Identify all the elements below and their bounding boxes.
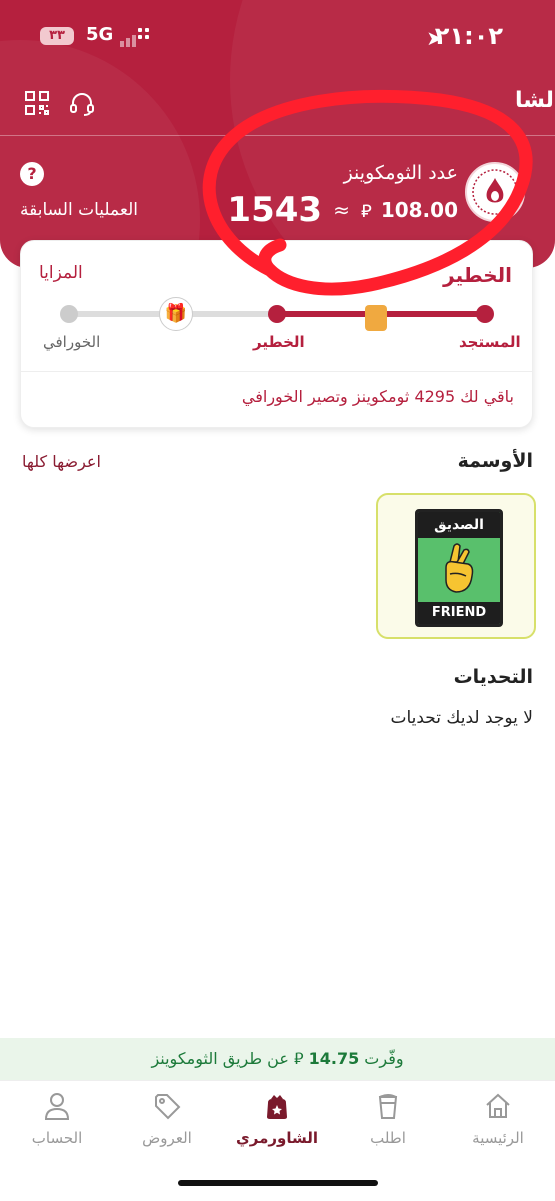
brand-logo [465,162,525,222]
battery-indicator: ٣٣ [40,27,74,45]
header-divider [0,135,555,136]
badge-card[interactable]: الصديق FRIEND [376,493,536,639]
header-decoration [0,40,200,268]
signal-icon [120,28,138,47]
level-label-2: الخطير [253,333,305,351]
level-node-start [476,305,494,323]
status-time: ٢١:٠٢ [434,22,503,50]
crossed-fingers-icon [445,543,474,593]
savings-banner: وفّرت 14.75 ⃁ عن طريق الثومكوينز [0,1038,555,1080]
friend-badge: الصديق FRIEND [415,509,503,627]
tab-order-label: اطلب [370,1129,406,1147]
riyal-icon: ⃁ [361,200,372,222]
tab-home[interactable]: الرئيسية [443,1091,553,1147]
tab-account-label: الحساب [31,1129,83,1147]
level-label-3: الخورافي [43,333,101,351]
tab-order[interactable]: اطلب [333,1091,443,1147]
approx-sign: ≈ [333,198,350,222]
tag-icon [155,1094,181,1120]
coins-label: عدد الثومكوينز [343,162,458,184]
savings-amount: 14.75 [308,1049,360,1068]
tab-offers[interactable]: العروض [112,1091,222,1147]
coins-balance: 1543 ≈ ⃁ 108.00 [227,190,458,230]
current-position-marker [365,305,387,331]
network-type: 5G [86,24,114,45]
remaining-coins-text: باقي لك 4295 ثومكوينز وتصير الخورافي [241,387,514,406]
riyal-icon: ⃁ [293,1049,304,1068]
tab-home-label: الرئيسية [472,1129,524,1147]
person-icon [44,1093,70,1120]
status-bar: ٢١:٠٢ ➤ ٣٣ 5G [0,22,555,52]
help-icon[interactable]: ? [20,162,44,186]
savings-suffix: عن طريق الثومكوينز [151,1049,289,1068]
level-card: الخطير المزايا 🎁 المستجد الخطير الخورافي… [20,240,533,428]
support-headset-icon[interactable] [68,90,96,118]
tab-shawarmari[interactable]: الشاورمري [222,1091,332,1147]
badge-title-en: FRIEND [418,602,500,624]
page-title: الشا [515,88,555,113]
level-node-end [60,305,78,323]
tab-account[interactable]: الحساب [2,1091,112,1147]
home-indicator [178,1180,378,1186]
savings-prefix: وفّرت [364,1049,404,1068]
cellular-dots-icon [138,28,150,42]
badges-title: الأوسمة [457,450,533,472]
tab-shawarmari-label: الشاورمري [236,1129,318,1147]
cup-icon [378,1094,398,1119]
coins-value: 108.00 [380,198,458,222]
home-icon [486,1093,510,1118]
qr-code-icon[interactable] [24,90,50,116]
current-level-title: الخطير [443,263,512,287]
card-divider [21,371,532,372]
level-label-1: المستجد [459,333,521,351]
perks-link[interactable]: المزايا [39,263,83,283]
previous-operations-link[interactable]: العمليات السابقة [20,200,138,220]
bag-icon [267,1095,287,1119]
tab-offers-label: العروض [142,1129,192,1147]
location-arrow-icon: ➤ [426,26,443,50]
level-node-middle [268,305,286,323]
coins-count: 1543 [227,190,323,230]
header: ٢١:٠٢ ➤ ٣٣ 5G الشا عدد الثومكوينز [0,0,555,268]
no-challenges-text: لا يوجد لديك تحديات [390,708,533,728]
gift-icon[interactable]: 🎁 [159,297,193,331]
badge-title-ar: الصديق [418,512,500,538]
challenges-title: التحديات [453,666,533,688]
see-all-badges-link[interactable]: اعرضها كلها [22,452,101,471]
